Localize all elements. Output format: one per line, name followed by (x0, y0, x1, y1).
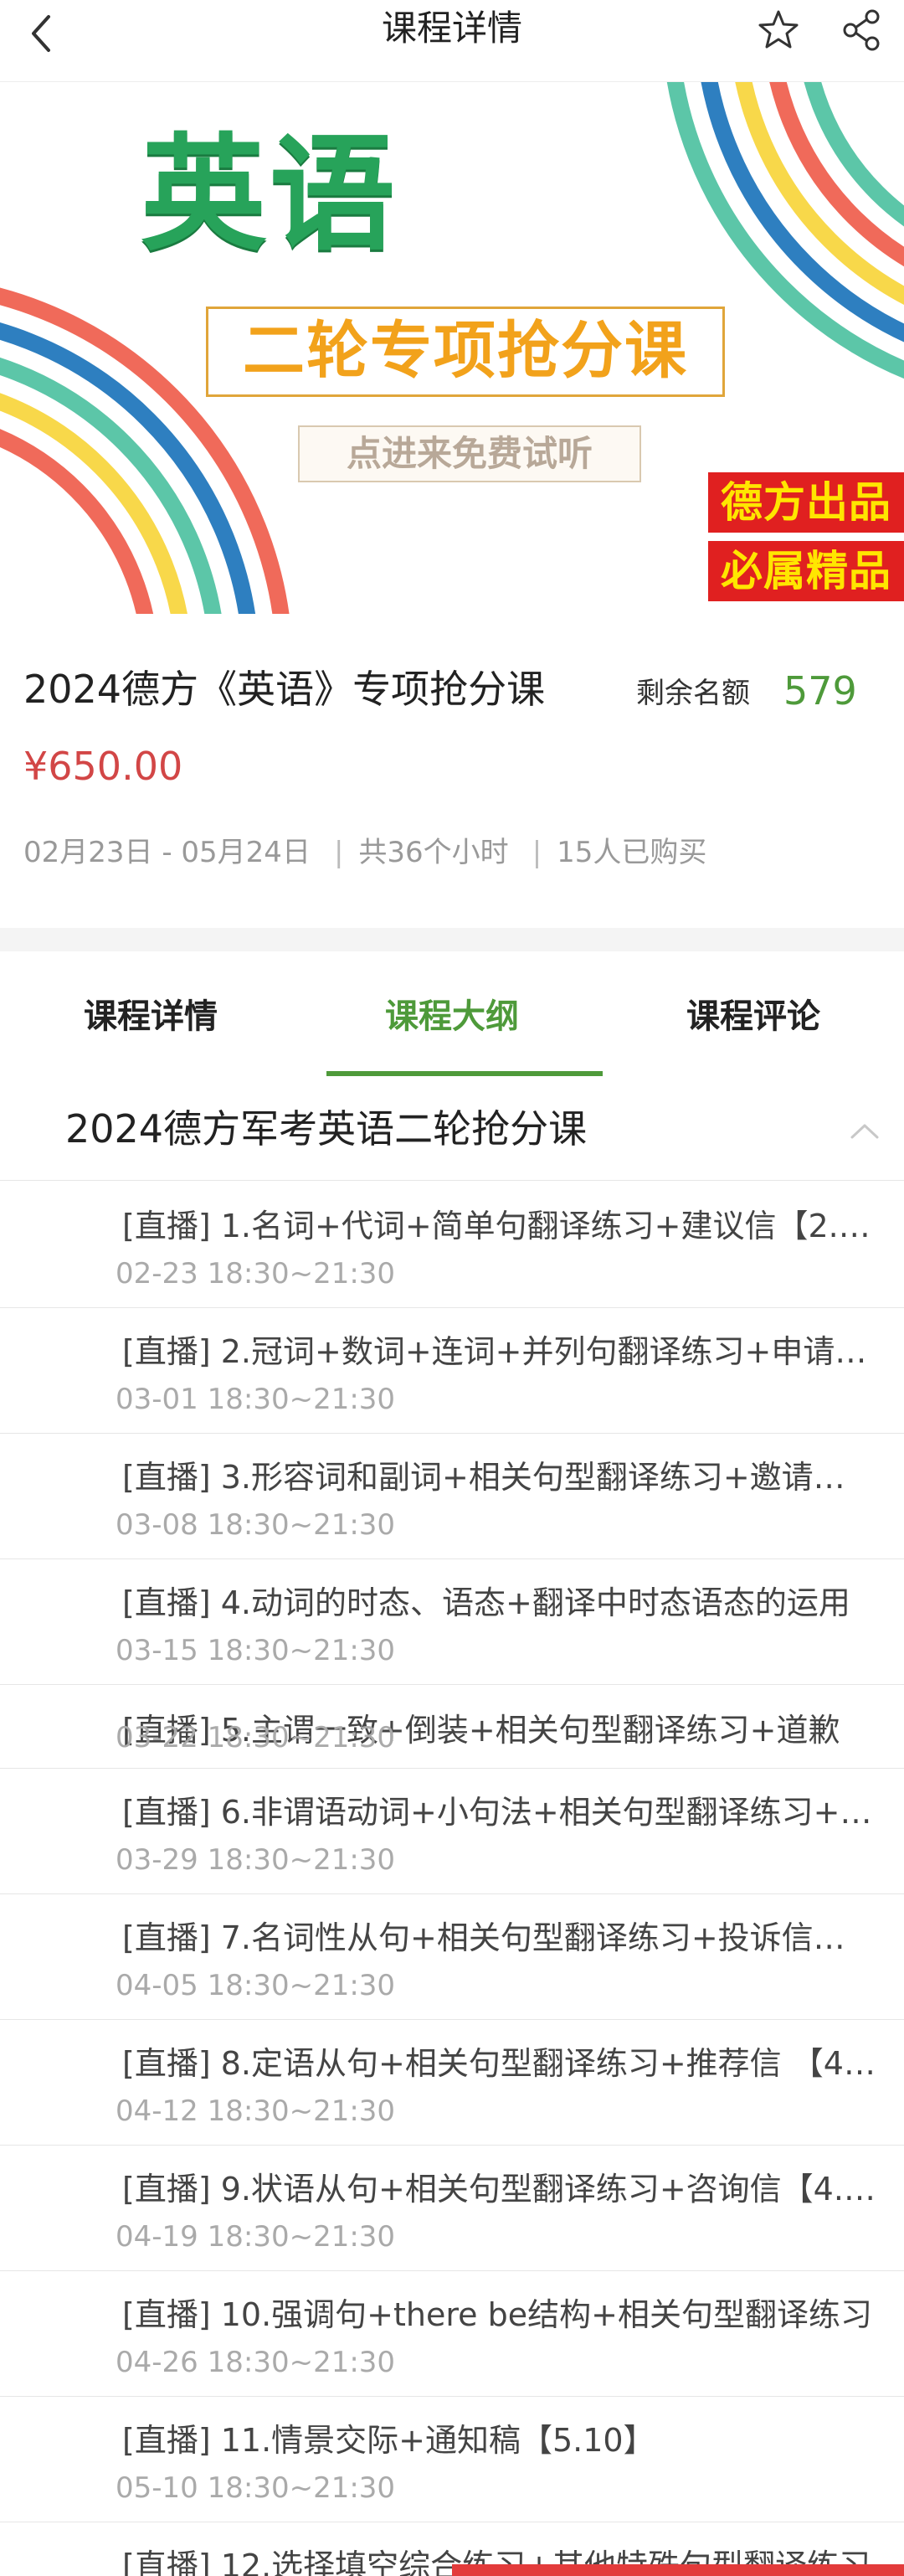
active-tab-indicator (326, 1071, 603, 1076)
tab-course-outline[interactable]: 课程大纲 (326, 992, 578, 1042)
lesson-title: [直播] 9.状语从句+相关句型翻译练习+咨询信【4.19】 (122, 2171, 876, 2208)
lesson-item[interactable]: [直播] 5.主谓一致+倒装+相关句型翻译练习+道歉 03-22 18:30~2… (0, 1685, 904, 1769)
lesson-item[interactable]: [直播] 2.冠词+数词+连词+并列句翻译练习+申请信【3.1】 03-01 1… (0, 1308, 904, 1434)
lesson-title: [直播] 7.名词性从句+相关句型翻译练习+投诉信【4.5】 (122, 1919, 876, 1956)
lesson-time: 03-08 18:30~21:30 (116, 1508, 396, 1542)
course-price: ¥650.00 (23, 744, 183, 789)
lesson-title: [直播] 4.动词的时态、语态+翻译中时态语态的运用 (122, 1584, 850, 1621)
lesson-time: 05-10 18:30~21:30 (116, 2471, 396, 2505)
lesson-title: [直播] 2.冠词+数词+连词+并列句翻译练习+申请信【3.1】 (122, 1333, 876, 1370)
star-icon (758, 10, 799, 49)
lesson-title: [直播] 6.非谓语动词+小句法+相关句型翻译练习+感谢信 (122, 1794, 876, 1831)
meta-divider: | (333, 836, 344, 869)
lesson-item[interactable]: [直播] 8.定语从句+相关句型翻译练习+推荐信 【4.12】 04-12 18… (0, 2020, 904, 2146)
lesson-time: 04-12 18:30~21:30 (116, 2094, 396, 2128)
lesson-item[interactable]: [直播] 9.状语从句+相关句型翻译练习+咨询信【4.19】 04-19 18:… (0, 2146, 904, 2271)
lesson-item[interactable]: [直播] 4.动词的时态、语态+翻译中时态语态的运用 03-15 18:30~2… (0, 1559, 904, 1685)
course-dates: 02月23日 - 05月24日 (23, 836, 311, 869)
lesson-time: 03-15 18:30~21:30 (116, 1634, 396, 1667)
lesson-time: 04-05 18:30~21:30 (116, 1969, 396, 2002)
tab-bar: 课程详情 课程大纲 课程评论 (0, 951, 904, 1077)
bottom-action-bar-edge[interactable] (452, 2564, 904, 2576)
collapse-button[interactable] (845, 1112, 884, 1151)
banner-title: 英语 (141, 122, 399, 268)
course-name: 2024德方《英语》专项抢分课 (23, 667, 546, 712)
share-icon (843, 9, 880, 51)
lesson-item[interactable]: [直播] 10.强调句+there be结构+相关句型翻译练习 04-26 18… (0, 2271, 904, 2397)
course-meta: 02月23日 - 05月24日 | 共36个小时 | 15人已购买 (23, 832, 715, 873)
tab-course-details[interactable]: 课程详情 (25, 992, 276, 1042)
lesson-title: [直播] 8.定语从句+相关句型翻译练习+推荐信 【4.12】 (122, 2045, 876, 2082)
course-buyers: 15人已购买 (557, 836, 707, 869)
banner-trial-label: 点进来免费试听 (298, 425, 641, 482)
lesson-time: 03-22 18:30~21:30 (116, 1721, 396, 1754)
lesson-time: 03-29 18:30~21:30 (116, 1843, 396, 1877)
lesson-time: 04-19 18:30~21:30 (116, 2220, 396, 2254)
lesson-title: [直播] 3.形容词和副词+相关句型翻译练习+邀请信【3.8】 (122, 1459, 876, 1496)
section-divider (0, 928, 904, 951)
remaining-quota-value: 579 (783, 668, 857, 714)
banner-tag-quality: 必属精品 (708, 541, 904, 601)
lesson-item[interactable]: [直播] 3.形容词和副词+相关句型翻译练习+邀请信【3.8】 03-08 18… (0, 1434, 904, 1559)
lesson-item[interactable]: [直播] 6.非谓语动词+小句法+相关句型翻译练习+感谢信 03-29 18:3… (0, 1769, 904, 1894)
course-detail-page: 课程详情 英语 二轮专项抢分课 点进来免费试听 德方出品 必属精品 2024德方… (0, 0, 904, 2576)
lesson-title: [直播] 10.强调句+there be结构+相关句型翻译练习 (122, 2296, 872, 2333)
outline-section-header[interactable]: 2024德方军考英语二轮抢分课 (0, 1080, 904, 1181)
course-info: 2024德方《英语》专项抢分课 剩余名额 579 ¥650.00 02月23日 … (0, 614, 904, 928)
course-banner[interactable]: 英语 二轮专项抢分课 点进来免费试听 德方出品 必属精品 (0, 82, 904, 614)
lesson-list: [直播] 1.名词+代词+简单句翻译练习+建议信【2.23】 02-23 18:… (0, 1182, 904, 2576)
lesson-item[interactable]: [直播] 11.情景交际+通知稿【5.10】 05-10 18:30~21:30 (0, 2397, 904, 2522)
favorite-button[interactable] (753, 5, 804, 55)
tab-course-reviews[interactable]: 课程评论 (628, 992, 879, 1042)
lesson-time: 04-26 18:30~21:30 (116, 2346, 396, 2379)
lesson-time: 03-01 18:30~21:30 (116, 1383, 396, 1416)
meta-divider: | (532, 836, 542, 869)
lesson-title: [直播] 1.名词+代词+简单句翻译练习+建议信【2.23】 (122, 1208, 876, 1244)
banner-tag-produced: 德方出品 (708, 472, 904, 533)
share-button[interactable] (837, 5, 887, 55)
lesson-item[interactable]: [直播] 7.名词性从句+相关句型翻译练习+投诉信【4.5】 04-05 18:… (0, 1894, 904, 2020)
lesson-time: 02-23 18:30~21:30 (116, 1257, 396, 1291)
course-hours: 共36个小时 (358, 836, 509, 869)
lesson-title: [直播] 11.情景交际+通知稿【5.10】 (122, 2422, 655, 2459)
top-navigation-bar: 课程详情 (0, 0, 904, 82)
lesson-item[interactable]: [直播] 1.名词+代词+简单句翻译练习+建议信【2.23】 02-23 18:… (0, 1182, 904, 1308)
remaining-quota-label: 剩余名额 (636, 677, 750, 710)
chevron-up-icon (850, 1124, 879, 1139)
outline-title: 2024德方军考英语二轮抢分课 (65, 1106, 588, 1151)
banner-subtitle: 二轮专项抢分课 (206, 307, 725, 397)
